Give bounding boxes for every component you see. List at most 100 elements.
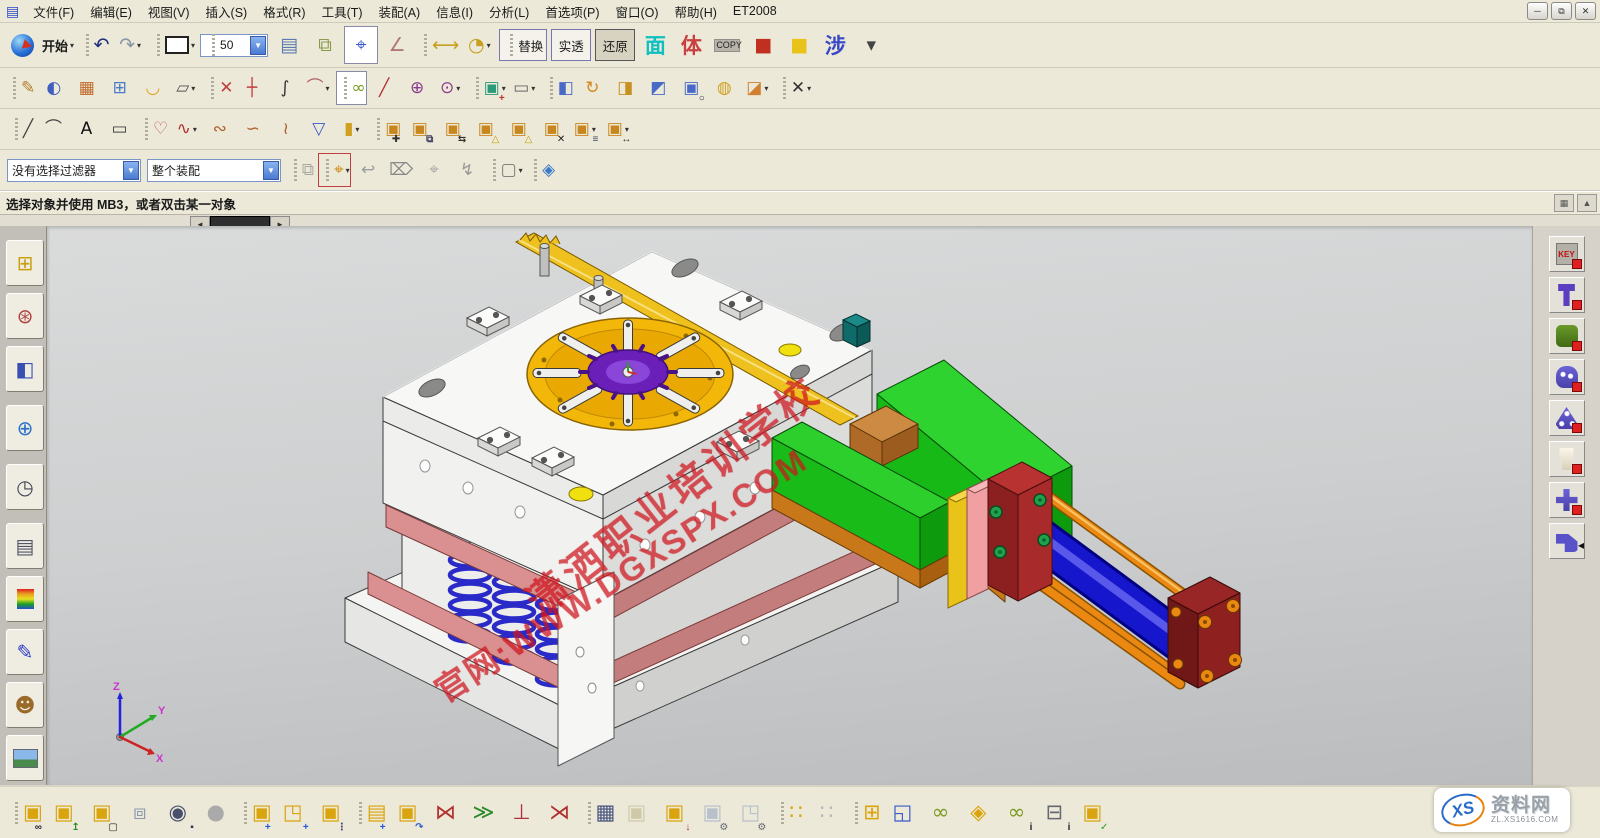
perpendicular-button[interactable]: ⊥ ▾ (504, 792, 540, 834)
plane2-button[interactable]: ▭ ▾ (509, 71, 540, 105)
warn-round-button[interactable]: ▣ △ ▾ (470, 112, 501, 146)
menu-analysis[interactable]: 分析(L) (481, 0, 537, 23)
csys-button[interactable]: ∠ ▾ (380, 26, 414, 64)
sheet-grid-button[interactable]: ▦ ▾ (71, 71, 102, 105)
three-cubes-button[interactable]: ∷ ▾ (770, 792, 806, 834)
sheet-strip-button[interactable]: ◡ ▾ (137, 71, 168, 105)
arc-tool-button[interactable]: ⌒ ▾ (38, 112, 69, 146)
menu-help[interactable]: 帮助(H) (667, 0, 725, 23)
revolve-button[interactable]: ↻ ▾ (577, 71, 608, 105)
scroll-up-button[interactable]: ▲ (1577, 194, 1597, 212)
move-component-button[interactable]: ▣ ✚ ▾ (369, 112, 402, 146)
constraint-navigator-tab[interactable]: ⊛ (6, 293, 44, 339)
boolean-button[interactable]: ▣ + ▾ (468, 71, 507, 105)
materials-tab[interactable] (6, 576, 44, 622)
new-component-button[interactable]: ◳ + ▾ (275, 792, 311, 834)
check-cube-button[interactable]: ▣ ✓ ▾ (1074, 792, 1110, 834)
block-button[interactable]: ◨ ▾ (610, 71, 641, 105)
datum-plane-button[interactable]: ▽ ▾ (303, 112, 334, 146)
tree-info-button[interactable]: ⊟ i ▾ (1036, 792, 1072, 834)
measure-distance-button[interactable]: ⟷ ▾ (416, 26, 460, 64)
repair-component-button[interactable]: ◳ ⚙ ▾ (732, 792, 768, 834)
layer-visible-button[interactable]: ⧉ ▾ (308, 26, 342, 64)
menu-assemblies[interactable]: 装配(A) (371, 0, 429, 23)
replace-button[interactable]: 替换 ▾ (499, 29, 547, 61)
split-body-button[interactable]: ◐ ▾ (38, 71, 69, 105)
selection-filter-select[interactable]: 没有选择过滤器 ▾ (7, 159, 141, 182)
part-navigator-tab[interactable]: ◧ (6, 346, 44, 392)
show-only-button[interactable]: ▣ ▢ ▾ (84, 792, 120, 834)
swap-component-button[interactable]: ▣ ⇆ ▾ (437, 112, 468, 146)
curve-s-button[interactable]: ∫ ▾ (270, 71, 301, 105)
rings-info-button[interactable]: ∞ i ▾ (998, 792, 1034, 834)
close-button[interactable]: ✕ (1575, 2, 1596, 20)
hole-button[interactable]: ▣ ○ ▾ (676, 71, 707, 105)
menu-format[interactable]: 格式(R) (255, 0, 313, 23)
rect-select-button[interactable]: ▢ ▾ (485, 153, 524, 187)
open-component-button[interactable]: ▣ ↥ ▾ (46, 792, 82, 834)
datum-table-button[interactable]: ⊞ ▾ (104, 71, 135, 105)
save-assembly-button[interactable]: ▦ ▾ (580, 792, 617, 834)
pane-grid-button[interactable]: ▦ (1554, 194, 1574, 212)
pattern-component-button[interactable]: ▣ ⋮ ▾ (313, 792, 349, 834)
corner-block-button[interactable]: ◩ ▾ (643, 71, 674, 105)
rings-button[interactable]: ∞ ▾ (922, 792, 958, 834)
layer-settings-button[interactable]: ▤ ▾ (272, 26, 306, 64)
lug-part-icon[interactable] (1549, 359, 1585, 395)
curve-lines-button[interactable]: ┼ ▾ (237, 71, 268, 105)
work-layer-select[interactable]: 50 ▾ (200, 34, 268, 57)
nx-logo-icon[interactable]: ▾ (5, 26, 39, 64)
curve-arc-button[interactable]: ⌒ ▾ (303, 71, 334, 105)
menu-insert[interactable]: 插入(S) (198, 0, 256, 23)
spline-button[interactable]: ∞ ▾ (336, 71, 367, 105)
roles-tab[interactable]: ☻ (6, 682, 44, 728)
palette-collapse-arrow[interactable]: ◂ (1578, 538, 1584, 552)
ghost-part-button[interactable]: ● ▾ (198, 792, 234, 834)
edit-component-button[interactable]: ▣ ⚙ ▾ (694, 792, 730, 834)
find-component-button[interactable]: ▣ ∞ ▾ (7, 792, 44, 834)
align-button[interactable]: ≫ ▾ (466, 792, 502, 834)
cylinder-button[interactable]: ▮ ▾ (336, 112, 367, 146)
snap-filter-button[interactable]: ⌖ ▾ (318, 153, 351, 187)
circle-point-button[interactable]: ⊕ ▾ (402, 71, 433, 105)
redo-button[interactable]: ↷ ▾ (113, 26, 147, 64)
faded-cube-button[interactable]: ▣ ▾ (618, 792, 654, 834)
circle-button[interactable]: ⊙ ▾ (435, 71, 466, 105)
menu-edit[interactable]: 编辑(E) (82, 0, 140, 23)
restore-button[interactable]: 还原 ▾ (595, 29, 635, 61)
boss-button[interactable]: ◍ ▾ (709, 71, 740, 105)
key-template-icon[interactable]: KEY (1549, 236, 1585, 272)
eraser-button[interactable]: ⌦ ▾ (386, 153, 417, 187)
sleeve-part-icon[interactable] (1549, 441, 1585, 477)
section-curve-button[interactable]: ∽ ▾ (237, 112, 268, 146)
body-button[interactable]: 体 ▾ (674, 26, 708, 64)
reuse-library-tab[interactable]: ⊕ (6, 405, 44, 451)
delete-component-button[interactable]: ▣ ✕ ▾ (536, 112, 567, 146)
green-block-part-icon[interactable] (1549, 318, 1585, 354)
heart-curve-button[interactable]: ♡ ▾ (137, 112, 169, 146)
cube-grid-button[interactable]: ⊞ ▾ (846, 792, 882, 834)
array-component-button[interactable]: ▤ + ▾ (351, 792, 388, 834)
menu-view[interactable]: 视图(V) (140, 0, 198, 23)
menu-information[interactable]: 信息(I) (428, 0, 481, 23)
component-measure-button[interactable]: ▣ ↔ ▾ (602, 112, 633, 146)
assembly-navigator-tab[interactable]: ⊞ (6, 240, 44, 286)
plane-button[interactable]: ▱ ▾ (170, 71, 201, 105)
face-button[interactable]: 面 ▾ (638, 26, 672, 64)
copy-button[interactable]: COPY ▾ (710, 26, 744, 64)
menu-file[interactable]: 文件(F) (25, 0, 82, 23)
undo-button[interactable]: ↶ ▾ (77, 26, 111, 64)
rect-tool-button[interactable]: ▭ ▾ (104, 112, 135, 146)
history-tab[interactable]: ◷ (6, 464, 44, 510)
minimize-button[interactable]: ─ (1527, 2, 1548, 20)
crosshair-button[interactable]: ⌖ ▾ (419, 153, 450, 187)
selection-scope-select[interactable]: 整个装配 ▾ (147, 159, 281, 182)
window-cube-button[interactable]: ◱ ▾ (884, 792, 920, 834)
menu-window[interactable]: 窗口(O) (607, 0, 666, 23)
integrated-browser-tab[interactable]: ▤ (6, 523, 44, 569)
orient-view-button[interactable]: ⌖ ▾ (344, 26, 378, 64)
menu-tools[interactable]: 工具(T) (314, 0, 371, 23)
translucent-button[interactable]: 实透 ▾ (551, 29, 591, 61)
viewport-3d-model[interactable]: Z Y X (47, 226, 1532, 785)
start-button[interactable]: 开始 ▾ (41, 26, 75, 64)
